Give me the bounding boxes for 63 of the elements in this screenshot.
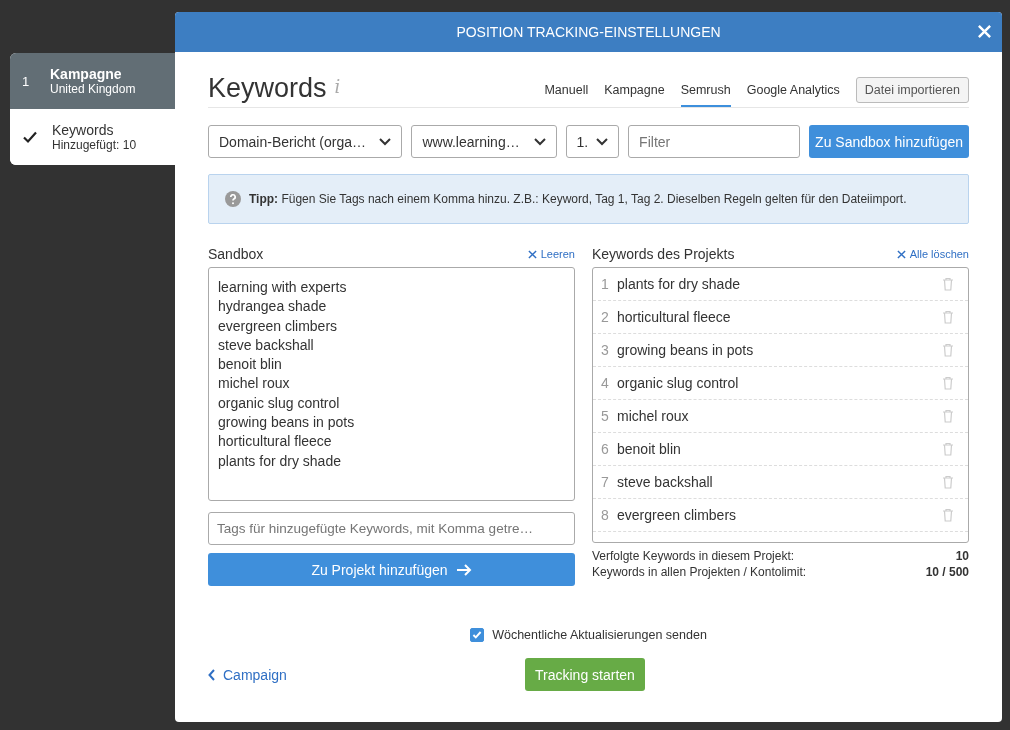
checkbox[interactable]: [470, 628, 485, 642]
dropdown[interactable]: Domain-Bericht (orga…: [208, 125, 403, 158]
project-keywords-label: Keywords des Projekts: [592, 246, 735, 262]
trash-icon[interactable]: [942, 409, 954, 423]
trash-icon[interactable]: [942, 277, 954, 291]
arrow-right-icon: [455, 563, 472, 576]
keyword-text: evergreen climbers: [617, 507, 738, 523]
sandbox-label: Sandbox: [208, 246, 264, 262]
keyword-text: horticultural fleece: [617, 309, 732, 325]
row-number: 8: [601, 507, 610, 523]
tab[interactable]: Kampagne: [604, 83, 665, 107]
tab[interactable]: Semrush: [680, 83, 731, 107]
clear-link[interactable]: Leeren: [527, 248, 575, 260]
trash-icon[interactable]: [942, 475, 954, 489]
filter-field[interactable]: Filter: [628, 125, 801, 158]
row-number: 3: [601, 342, 610, 358]
close-icon[interactable]: [977, 24, 992, 39]
stat-label: Keywords in allen Projekten / Kontolimit:: [592, 564, 807, 580]
heading: Keywords: [208, 72, 327, 105]
keyword-text: growing beans in pots: [617, 342, 755, 358]
row-number: 2: [601, 309, 610, 325]
row-number: 4: [601, 375, 610, 391]
stat-label: Verfolgte Keywords in diesem Projekt:: [592, 548, 795, 564]
close-icon: [527, 249, 537, 259]
row-number: 7: [601, 474, 610, 490]
stat-value: 10 / 500: [925, 564, 969, 580]
trash-icon[interactable]: [942, 508, 954, 522]
chevron-down-icon: [379, 137, 392, 146]
row-number: 1: [601, 276, 610, 292]
close-icon: [896, 249, 906, 259]
chevron-left-icon: [208, 668, 216, 681]
tab[interactable]: Google Analytics: [746, 83, 840, 107]
keyword-text: steve backshall: [617, 474, 714, 490]
row-number: 6: [601, 441, 610, 457]
row-number: 5: [601, 408, 610, 424]
checkbox-label: Wöchentliche Aktualisierungen senden: [492, 628, 707, 642]
step-subtitle: United Kingdom: [50, 82, 136, 96]
keyword-text: plants for dry shade: [617, 276, 741, 292]
dialog-title: POSITION TRACKING-EINSTELLUNGEN: [456, 24, 721, 40]
help-icon: [225, 191, 241, 207]
delete-all-link[interactable]: Alle löschen: [896, 248, 969, 260]
step-number: 1: [22, 73, 31, 89]
trash-icon[interactable]: [942, 343, 954, 357]
tab[interactable]: Manuell: [544, 83, 589, 107]
step-title: Kampagne: [50, 66, 123, 82]
keyword-text: michel roux: [617, 408, 690, 424]
dropdown[interactable]: www.learning…: [411, 125, 557, 158]
step-title: Keywords: [52, 122, 115, 138]
back-link[interactable]: Campaign: [208, 666, 287, 683]
keyword-text: benoit blin: [617, 441, 682, 457]
chevron-down-icon: [533, 137, 546, 146]
tip-text: Tipp: Fügen Sie Tags nach einem Komma hinzu. Z.B.: Keyword, Tag 1, Tag 2. Dieselben Regeln gelten für den Dateiimport.: [249, 192, 907, 206]
trash-icon[interactable]: [942, 310, 954, 324]
sandbox-textarea[interactable]: learning with experts hydrangea shade evergreen climbers steve backshall benoit blin michel roux organic slug control growing beans in pots horticultural fleece plants for dry shade: [208, 267, 575, 501]
step-subtitle: Hinzugefügt: 10: [52, 138, 137, 152]
keyword-text: organic slug control: [617, 375, 740, 391]
chevron-down-icon: [596, 137, 609, 146]
stat-value: 10: [955, 548, 969, 564]
import-button[interactable]: Datei importieren: [855, 77, 969, 103]
trash-icon[interactable]: [942, 442, 954, 456]
dropdown[interactable]: 1.: [565, 125, 620, 158]
tags-field[interactable]: Tags für hinzugefügte Keywords, mit Komma getre…: [208, 512, 575, 545]
trash-icon[interactable]: [942, 376, 954, 390]
